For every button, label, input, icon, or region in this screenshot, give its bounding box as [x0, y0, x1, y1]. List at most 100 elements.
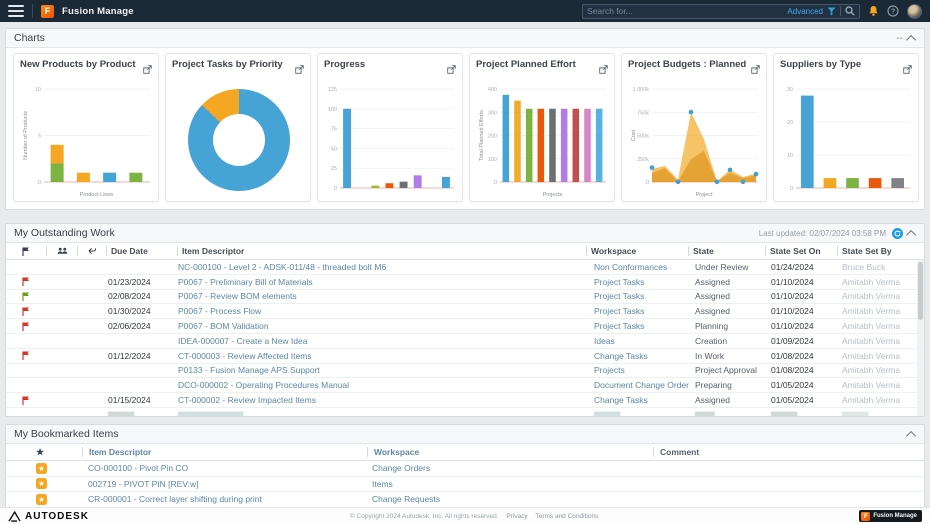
column-state-set-on[interactable]: State Set On	[766, 243, 837, 259]
scrollbar-track[interactable]	[917, 260, 924, 416]
state-set-on-cell: 01/10/2024	[767, 275, 838, 289]
svg-text:400: 400	[488, 87, 497, 93]
privacy-link[interactable]: Privacy	[506, 513, 527, 520]
item-descriptor-link[interactable]: CT-000003 - Review Affected Items	[174, 349, 590, 363]
column-comment[interactable]: Comment	[654, 447, 924, 457]
item-descriptor-link[interactable]: CR-000001 - Correct layer shifting durin…	[82, 494, 366, 504]
item-descriptor-link[interactable]: NC-000100 - Level 2 - ADSK-011/48 - thre…	[174, 260, 590, 274]
chart-title: Project Budgets : Planned vs A...	[628, 60, 746, 70]
workspace-cell[interactable]: Change Orders	[366, 463, 651, 473]
bookmark-star-icon[interactable]: ★	[36, 478, 47, 489]
workspace-cell[interactable]: Project Tasks	[590, 304, 691, 318]
table-row[interactable]: 01/30/2024P0067 - Process FlowProject Ta…	[6, 304, 924, 319]
user-avatar[interactable]	[907, 4, 922, 19]
table-row[interactable]: 02/08/2024P0067 - Review BOM elementsPro…	[6, 290, 924, 305]
item-descriptor-link[interactable]: P0133 - Fusion Manage APS Support	[174, 364, 590, 378]
item-descriptor-link[interactable]: 002719 - PIVOT PIN [REV:w]	[82, 479, 366, 489]
search-icon[interactable]	[845, 6, 855, 16]
workspace-cell[interactable]: Document Change Order	[590, 378, 691, 392]
workspace-cell[interactable]: Ideas	[590, 334, 691, 348]
column-item-descriptor[interactable]: Item Descriptor	[178, 243, 586, 259]
item-descriptor-link[interactable]: P0067 - Process Flow	[174, 304, 590, 318]
expand-icon[interactable]	[447, 61, 456, 79]
notifications-bell-icon[interactable]	[868, 5, 879, 17]
delegation-column-icon[interactable]	[47, 243, 77, 259]
chevron-up-icon[interactable]	[906, 34, 916, 44]
outstanding-work-header[interactable]: My Outstanding Work Last updated: 02/07/…	[6, 224, 924, 243]
list-item[interactable]: ★ CR-000001 - Correct layer shifting duri…	[6, 492, 924, 508]
workspace-cell[interactable]: Change Requests	[366, 494, 651, 504]
minimize-icon[interactable]: --	[896, 35, 903, 42]
item-descriptor-link[interactable]: CT-000002 - Review Impacted Items	[174, 393, 590, 407]
charts-panel-header[interactable]: Charts --	[6, 29, 924, 48]
workspace-cell[interactable]: Non Conformances	[590, 260, 691, 274]
expand-icon[interactable]	[903, 61, 912, 79]
expand-icon[interactable]	[599, 61, 608, 79]
chevron-up-icon[interactable]	[906, 229, 916, 239]
flag-column-icon[interactable]	[6, 243, 46, 259]
state-set-by-cell: Amitabh Verma	[838, 378, 924, 392]
escalation-cell	[76, 319, 104, 333]
column-workspace[interactable]: Workspace	[368, 447, 653, 457]
bookmark-star-icon[interactable]: ★	[36, 463, 47, 474]
svg-text:100: 100	[328, 107, 337, 113]
item-descriptor-link[interactable]: DCO-000002 - Operating Procedures Manual	[174, 378, 590, 392]
column-workspace[interactable]: Workspace	[587, 243, 688, 259]
workspace-cell[interactable]: Project Tasks	[590, 319, 691, 333]
item-descriptor-link[interactable]: P0067 - Review BOM elements	[174, 290, 590, 304]
workspace-cell[interactable]: Projects	[590, 364, 691, 378]
column-due-date[interactable]: Due Date	[107, 243, 177, 259]
state-set-on-cell: 01/10/2024	[767, 304, 838, 318]
table-row[interactable]: NC-000100 - Level 2 - ADSK-011/48 - thre…	[6, 260, 924, 275]
filter-icon[interactable]	[827, 7, 836, 16]
table-row[interactable]: IDEA-000007 - Create a New IdeaIdeasCrea…	[6, 334, 924, 349]
search-input[interactable]	[587, 6, 783, 16]
refresh-icon[interactable]	[892, 228, 903, 239]
list-item[interactable]: ★ 002719 - PIVOT PIN [REV:w]Items	[6, 477, 924, 493]
workspace-cell[interactable]: Items	[366, 479, 651, 489]
item-descriptor-link[interactable]: IDEA-000007 - Create a New Idea	[174, 334, 590, 348]
help-icon[interactable]: ?	[887, 5, 899, 17]
due-date-cell	[104, 334, 174, 348]
bookmark-star-icon[interactable]: ★	[36, 494, 47, 505]
escalation-column-icon[interactable]	[78, 243, 106, 259]
svg-text:250k: 250k	[637, 157, 649, 163]
expand-icon[interactable]	[295, 61, 304, 79]
delegation-cell	[46, 349, 76, 363]
state-cell: In Work	[691, 349, 767, 363]
column-item-descriptor[interactable]: Item Descriptor	[83, 447, 367, 457]
bookmark-star-column-icon[interactable]: ★	[6, 447, 82, 458]
column-state[interactable]: State	[689, 243, 765, 259]
table-row[interactable]: 01/12/2024CT-000003 - Review Affected It…	[6, 349, 924, 364]
state-cell: Creation	[691, 334, 767, 348]
scrollbar-thumb[interactable]	[918, 262, 923, 320]
column-state-set-by[interactable]: State Set By	[838, 243, 924, 259]
list-item[interactable]: ★ CO-000100 - Pivot Pin COChange Orders	[6, 461, 924, 477]
state-set-by-cell: Bruce Buck	[838, 260, 924, 274]
advanced-search-link[interactable]: Advanced	[787, 7, 823, 16]
workspace-cell[interactable]: Project Tasks	[590, 275, 691, 289]
terms-link[interactable]: Terms and Conditions	[535, 513, 598, 520]
table-row[interactable]: 01/15/2024CT-000002 - Review Impacted It…	[6, 393, 924, 408]
expand-icon[interactable]	[751, 61, 760, 79]
due-date-cell: 02/08/2024	[104, 290, 174, 304]
item-descriptor-link[interactable]: P0067 - BOM Validation	[174, 319, 590, 333]
hamburger-menu-icon[interactable]	[8, 5, 24, 17]
expand-icon[interactable]	[143, 61, 152, 79]
table-row[interactable]: 02/06/2024P0067 - BOM ValidationProject …	[6, 319, 924, 334]
workspace-cell[interactable]: Change Tasks	[590, 349, 691, 363]
item-descriptor-link[interactable]: P0067 - Preliminary Bill of Materials	[174, 275, 590, 289]
chevron-up-icon[interactable]	[906, 430, 916, 440]
donut[interactable]	[188, 89, 290, 191]
fusion-manage-logo-icon[interactable]: F	[41, 5, 54, 18]
workspace-cell[interactable]: Project Tasks	[590, 290, 691, 304]
due-date-cell	[104, 260, 174, 274]
table-row[interactable]: DCO-000002 - Operating Procedures Manual…	[6, 378, 924, 393]
bookmarked-items-header[interactable]: My Bookmarked Items	[6, 425, 924, 444]
workspace-cell[interactable]: Change Tasks	[590, 393, 691, 407]
table-row[interactable]: P0133 - Fusion Manage APS SupportProject…	[6, 364, 924, 379]
item-descriptor-link[interactable]: CO-000100 - Pivot Pin CO	[82, 463, 366, 473]
table-row[interactable]: 01/23/2024P0067 - Preliminary Bill of Ma…	[6, 275, 924, 290]
search-box[interactable]: Advanced	[582, 4, 860, 19]
delegation-cell	[46, 393, 76, 407]
